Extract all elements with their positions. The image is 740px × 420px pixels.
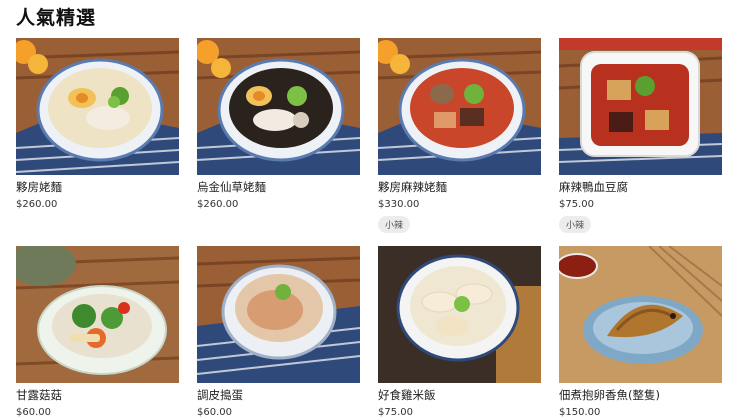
- product-price: $150.00: [559, 407, 601, 418]
- product-price: $330.00: [378, 199, 420, 210]
- product-price: $75.00: [378, 407, 413, 418]
- product-price: $260.00: [16, 199, 58, 210]
- spice-level-badge: 小辣: [378, 216, 411, 233]
- egg-bonito-photo[interactable]: [197, 246, 360, 383]
- product-card-3[interactable]: 麻辣鴨血豆腐 $75.00 小辣: [559, 38, 722, 246]
- spicy-ramen-photo[interactable]: [378, 38, 541, 175]
- product-grid: 夥房姥麵 $260.00 烏金仙草姥麵 $260.00 夥房麻辣姥麵 $330.…: [16, 38, 722, 418]
- chicken-rice-photo[interactable]: [378, 246, 541, 383]
- product-card-0[interactable]: 夥房姥麵 $260.00: [16, 38, 179, 246]
- product-card-7[interactable]: 佃煮抱卵香魚(整隻) $150.00: [559, 246, 722, 418]
- product-card-4[interactable]: 甘露菇菇 $60.00: [16, 246, 179, 418]
- black-broth-ramen-photo[interactable]: [197, 38, 360, 175]
- product-price: $260.00: [197, 199, 239, 210]
- product-name: 佃煮抱卵香魚(整隻): [559, 388, 660, 402]
- product-name: 夥房姥麵: [16, 180, 62, 194]
- product-name: 烏金仙草姥麵: [197, 180, 266, 194]
- product-name: 夥房麻辣姥麵: [378, 180, 447, 194]
- duck-blood-tofu-photo[interactable]: [559, 38, 722, 175]
- spice-level-badge: 小辣: [559, 216, 592, 233]
- product-card-5[interactable]: 調皮搗蛋 $60.00: [197, 246, 360, 418]
- sweetfish-photo[interactable]: [559, 246, 722, 383]
- product-price: $60.00: [16, 407, 51, 418]
- product-card-6[interactable]: 好食雞米飯 $75.00: [378, 246, 541, 418]
- product-card-2[interactable]: 夥房麻辣姥麵 $330.00 小辣: [378, 38, 541, 246]
- chicken-ramen-photo[interactable]: [16, 38, 179, 175]
- product-name: 好食雞米飯: [378, 388, 436, 402]
- product-price: $75.00: [559, 199, 594, 210]
- mushroom-salad-photo[interactable]: [16, 246, 179, 383]
- product-name: 調皮搗蛋: [197, 388, 243, 402]
- product-name: 麻辣鴨血豆腐: [559, 180, 628, 194]
- product-name: 甘露菇菇: [16, 388, 62, 402]
- product-price: $60.00: [197, 407, 232, 418]
- product-card-1[interactable]: 烏金仙草姥麵 $260.00: [197, 38, 360, 246]
- section-title: 人氣精選: [16, 7, 97, 29]
